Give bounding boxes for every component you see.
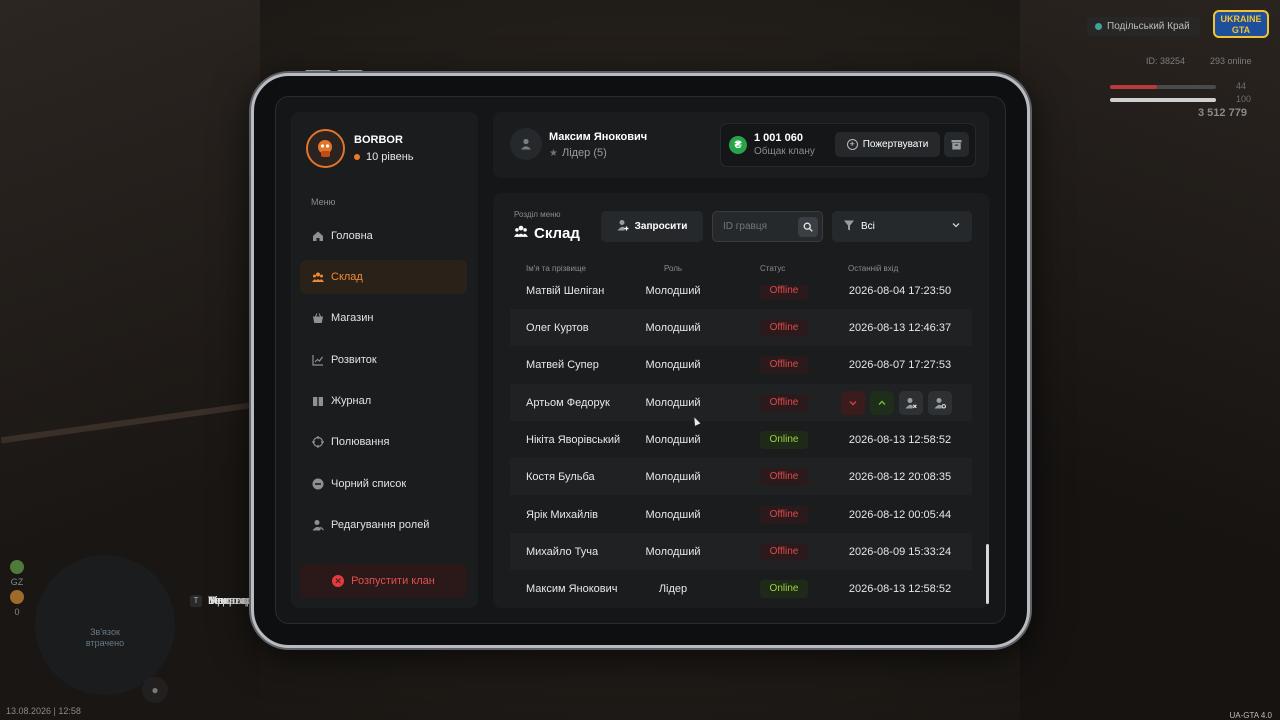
status-badge: Offline (760, 505, 808, 524)
status-badge: Offline (760, 355, 808, 374)
clan-logo-icon (308, 131, 343, 166)
hud-version: UA-GTA 4.0 (1229, 711, 1272, 720)
status-badge: Offline (760, 467, 808, 486)
wanted-icon (10, 590, 24, 604)
table-row[interactable]: Матвей Супер Молодший Offline 2026-08-07… (510, 346, 972, 383)
menu-item-development[interactable]: Розвиток (300, 343, 467, 377)
basket-icon (312, 312, 324, 324)
minus-circle-icon (312, 478, 324, 490)
table-row[interactable]: Ярік Михайлів Молодший Offline 2026-08-1… (510, 496, 972, 533)
menu-item-blacklist[interactable]: Чорний список (300, 467, 467, 501)
clan-avatar (306, 129, 345, 168)
table-row[interactable]: Артьом Федорук Молодший Offline (510, 384, 972, 421)
table-scrollbar[interactable] (986, 544, 989, 604)
remove-user-icon (905, 397, 917, 408)
menu-item-edit-roles[interactable]: Редагування ролей (300, 508, 467, 542)
table-row[interactable]: Михайло Туча Молодший Offline 2026-08-09… (510, 533, 972, 570)
search-icon (803, 222, 813, 232)
status-badge: Offline (760, 318, 808, 337)
user-role: ★ Лідер (5) (549, 147, 607, 159)
chart-icon (312, 354, 324, 366)
crosshair-icon (312, 436, 324, 448)
hud-indicators: GZ 0 (9, 560, 25, 617)
section-title: Склад (514, 224, 580, 242)
microphone-icon: ● (142, 677, 168, 703)
user-settings-icon (934, 397, 946, 408)
user-name: Максим Янокович (549, 131, 648, 143)
table-row[interactable]: Матвій Шеліган Молодший Offline 2026-08-… (510, 285, 972, 309)
armor-bar (1110, 98, 1216, 102)
star-icon: ★ (549, 147, 558, 159)
table-row[interactable]: Олег Куртов Молодший Offline 2026-08-13 … (510, 309, 972, 346)
chevron-down-icon (951, 220, 961, 233)
column-header-role: Роль (664, 264, 683, 273)
status-badge: Online (760, 430, 808, 449)
status-filter-select[interactable]: Всі (832, 211, 972, 242)
close-icon: ✕ (332, 575, 345, 587)
hud-datetime: 13.08.2026 | 12:58 (6, 706, 81, 716)
status-badge: Online (760, 579, 808, 598)
health-bar (1110, 85, 1216, 89)
hud-player-id: ID: 38254 (1146, 56, 1186, 66)
menu-caption: Меню (311, 197, 336, 207)
table-row[interactable]: Костя Бульба Молодший Offline 2026-08-12… (510, 458, 972, 495)
user-avatar (510, 128, 542, 160)
home-icon (312, 230, 324, 242)
donate-button[interactable]: + Пожертвувати (835, 132, 940, 157)
minimap-status: Зв'язок втрачено (85, 627, 125, 648)
server-logo: UKRAINE GTA (1213, 10, 1269, 38)
wallet-amount: 1 001 060 (754, 132, 803, 144)
minimap (35, 555, 175, 695)
status-badge: Offline (760, 393, 808, 412)
table-row[interactable]: Максим Янокович Лідер Online 2026-08-13 … (510, 570, 972, 607)
location-icon (1095, 23, 1102, 30)
hud-money: 3 512 779 (1198, 107, 1247, 119)
archive-icon (951, 140, 962, 150)
clan-level: 10 рівень (354, 151, 414, 163)
book-icon (312, 395, 324, 407)
row-actions (841, 390, 952, 415)
table-row[interactable]: Нікіта Яворівський Молодший Online 2026-… (510, 421, 972, 458)
column-header-name: Ім'я та прізвище (526, 264, 586, 273)
demote-button[interactable] (841, 390, 865, 415)
invite-button[interactable]: Запросити (601, 211, 703, 242)
level-dot-icon (354, 154, 360, 160)
dissolve-clan-button[interactable]: ✕ Розпустити клан (300, 564, 467, 598)
search-button[interactable] (798, 217, 818, 237)
hud-region-badge: Подільський Край (1087, 17, 1200, 36)
column-header-status: Статус (760, 264, 786, 273)
people-icon (312, 271, 324, 283)
wallet-label: Общак клану (754, 146, 815, 157)
menu-item-hunting[interactable]: Полювання (300, 425, 467, 459)
people-icon (514, 224, 528, 242)
status-badge: Offline (760, 285, 808, 300)
gz-icon (10, 560, 24, 574)
kick-member-button[interactable] (899, 390, 923, 415)
members-table: Матвій Шеліган Молодший Offline 2026-08-… (510, 285, 972, 607)
section-caption: Розділ меню (514, 210, 561, 219)
armor-value: 100 (1236, 94, 1252, 104)
filter-icon (844, 220, 854, 234)
status-badge: Offline (760, 542, 808, 561)
health-value: 44 (1236, 81, 1247, 91)
menu-item-members[interactable]: Склад (300, 260, 467, 294)
plus-icon: + (846, 139, 858, 150)
user-icon (521, 138, 531, 150)
add-user-icon (617, 219, 629, 234)
promote-button[interactable] (870, 390, 894, 415)
hryvnia-coin-icon: ₴ (729, 136, 747, 154)
archive-button[interactable] (944, 132, 969, 157)
chevron-down-icon (849, 400, 857, 405)
clan-name: BORBOR (354, 134, 403, 146)
menu-item-journal[interactable]: Журнал (300, 384, 467, 418)
menu-item-shop[interactable]: Магазин (300, 301, 467, 335)
user-edit-icon (312, 519, 324, 531)
column-header-last-login: Останній вхід (848, 264, 899, 273)
chevron-up-icon (878, 400, 886, 405)
menu-item-home[interactable]: Головна (300, 219, 467, 253)
member-settings-button[interactable] (928, 390, 952, 415)
hud-online-count: 293 online (1210, 56, 1252, 66)
